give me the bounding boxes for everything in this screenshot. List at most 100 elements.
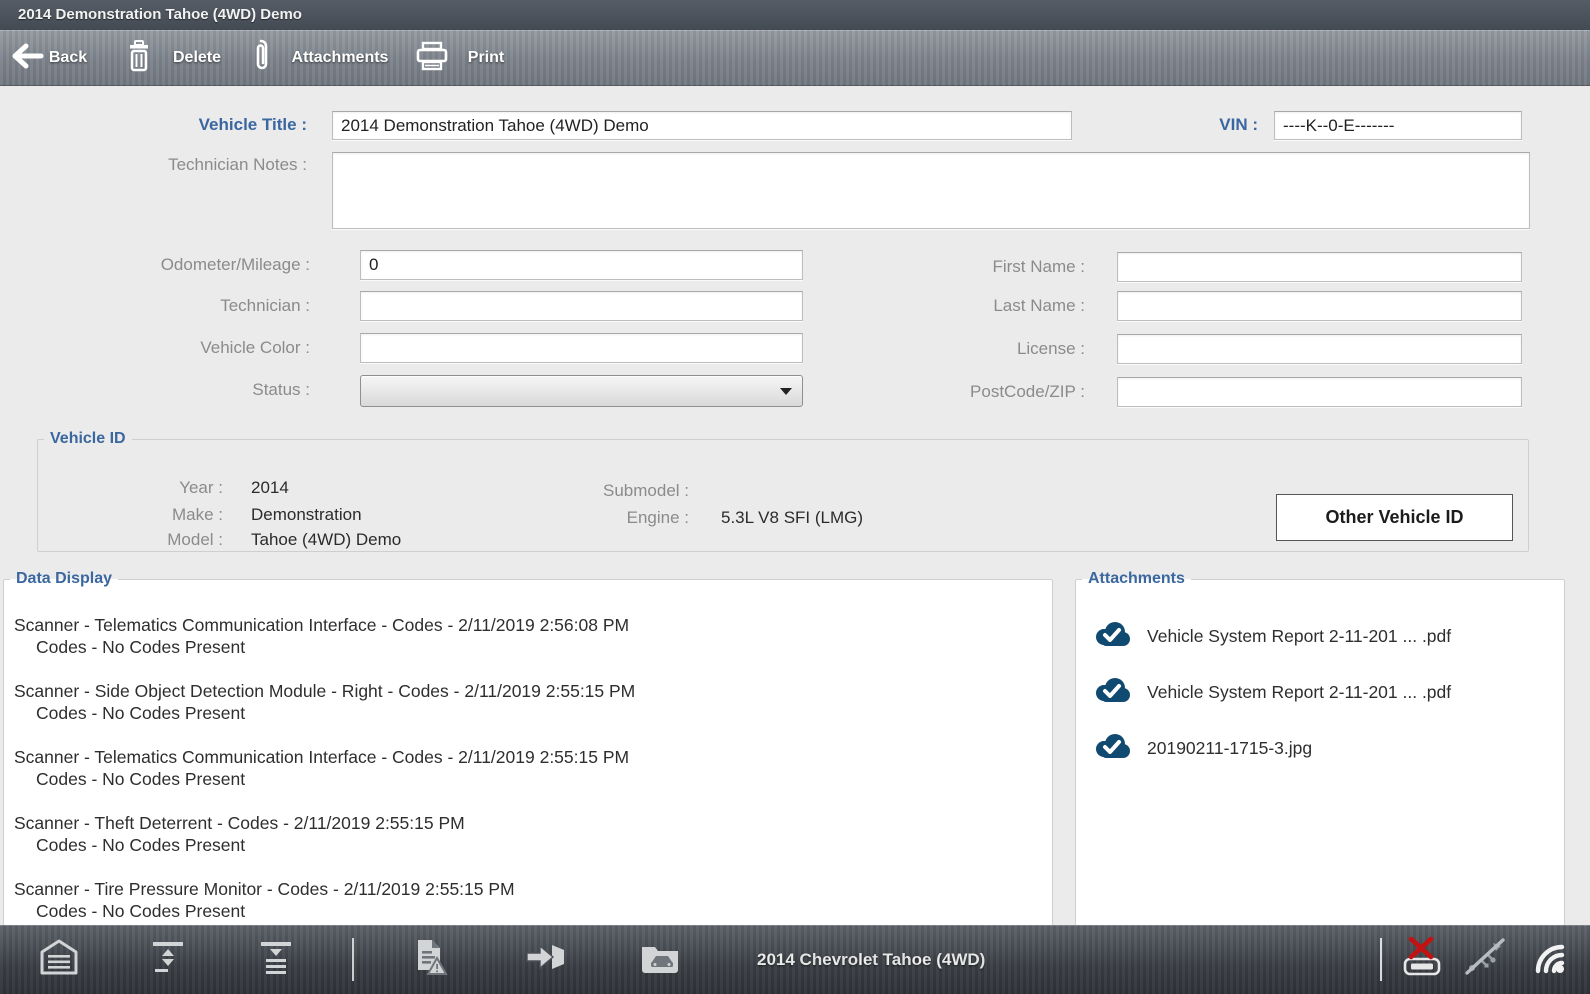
model-label: Model : bbox=[98, 530, 223, 550]
expand-vertical-icon bbox=[150, 939, 186, 980]
attachment-item[interactable]: Vehicle System Report 2-11-201 ... .pdf bbox=[1094, 620, 1556, 653]
app-window: 2014 Demonstration Tahoe (4WD) Demo Back… bbox=[0, 0, 1590, 994]
model-value: Tahoe (4WD) Demo bbox=[251, 530, 401, 550]
scan-module-disconnected-icon bbox=[1398, 935, 1446, 984]
print-button-label-area[interactable]: Print bbox=[458, 30, 514, 86]
main-toolbar: Back Delete Attachments Print bbox=[0, 30, 1590, 86]
attachment-item[interactable]: Vehicle System Report 2-11-201 ... .pdf bbox=[1094, 676, 1556, 709]
data-display-section: Data Display Scanner - Telematics Commun… bbox=[3, 570, 1053, 926]
entry-status: Codes - No Codes Present bbox=[14, 900, 1044, 922]
odometer-label: Odometer/Mileage : bbox=[100, 255, 310, 275]
garage-icon bbox=[40, 939, 78, 980]
entry-status: Codes - No Codes Present bbox=[14, 768, 1044, 790]
year-label: Year : bbox=[98, 478, 223, 498]
vehicle-title-label: Vehicle Title : bbox=[97, 115, 307, 135]
first-name-label: First Name : bbox=[875, 257, 1085, 277]
technician-notes-label: Technician Notes : bbox=[97, 155, 307, 175]
codes-report-icon bbox=[414, 938, 448, 981]
toolbar-divider bbox=[1380, 938, 1382, 981]
entry-status: Codes - No Codes Present bbox=[14, 834, 1044, 856]
technician-label: Technician : bbox=[100, 296, 310, 316]
back-button-label-area[interactable]: Back bbox=[38, 30, 98, 86]
back-label: Back bbox=[49, 49, 87, 67]
vin-input[interactable] bbox=[1274, 111, 1522, 140]
active-vehicle-label: 2014 Chevrolet Tahoe (4WD) bbox=[757, 925, 985, 994]
entry-title: Scanner - Theft Deterrent - Codes - 2/11… bbox=[14, 812, 1044, 834]
print-button[interactable] bbox=[416, 30, 448, 86]
last-name-input[interactable] bbox=[1117, 291, 1522, 321]
attachments-button[interactable] bbox=[252, 30, 270, 86]
entry-title: Scanner - Telematics Communication Inter… bbox=[14, 746, 1044, 768]
usb-disconnected-icon bbox=[1462, 937, 1508, 982]
trash-icon bbox=[128, 40, 150, 77]
delete-label: Delete bbox=[173, 49, 221, 67]
printer-icon bbox=[416, 41, 448, 76]
license-input[interactable] bbox=[1117, 334, 1522, 364]
vehicle-id-legend: Vehicle ID bbox=[44, 430, 132, 448]
usb-disconnected-indicator bbox=[1462, 925, 1508, 994]
technician-notes-input[interactable] bbox=[332, 152, 1530, 229]
bottom-toolbar: 2014 Chevrolet Tahoe (4WD) bbox=[0, 925, 1590, 994]
window-title: 2014 Demonstration Tahoe (4WD) Demo bbox=[0, 0, 1590, 30]
postcode-label: PostCode/ZIP : bbox=[875, 382, 1085, 402]
status-dropdown[interactable] bbox=[360, 375, 803, 407]
codes-report-button[interactable] bbox=[414, 925, 448, 994]
wifi-icon bbox=[1528, 937, 1572, 982]
vehicle-title-input[interactable] bbox=[332, 111, 1072, 140]
attachments-button-label-area[interactable]: Attachments bbox=[288, 30, 392, 86]
technician-input[interactable] bbox=[360, 291, 803, 321]
delete-button-label-area[interactable]: Delete bbox=[166, 30, 228, 86]
entry-status: Codes - No Codes Present bbox=[14, 636, 1044, 658]
data-display-list: Scanner - Telematics Communication Inter… bbox=[4, 588, 1052, 922]
delete-button[interactable] bbox=[128, 30, 150, 86]
collapse-list-button[interactable] bbox=[258, 925, 294, 994]
vin-label: VIN : bbox=[1128, 115, 1258, 135]
connect-icon bbox=[524, 941, 566, 978]
data-display-entry[interactable]: Scanner - Telematics Communication Inter… bbox=[14, 614, 1044, 658]
submodel-label: Submodel : bbox=[518, 481, 689, 501]
cloud-check-icon bbox=[1094, 676, 1131, 709]
print-label: Print bbox=[468, 49, 504, 67]
make-value: Demonstration bbox=[251, 505, 362, 525]
data-display-entry[interactable]: Scanner - Theft Deterrent - Codes - 2/11… bbox=[14, 812, 1044, 856]
first-name-input[interactable] bbox=[1117, 252, 1522, 282]
attachments-list: Vehicle System Report 2-11-201 ... .pdf … bbox=[1076, 588, 1564, 765]
paperclip-icon bbox=[252, 39, 270, 78]
vehicle-color-input[interactable] bbox=[360, 333, 803, 363]
vehicle-records-icon bbox=[640, 941, 680, 978]
scan-module-disconnected-indicator bbox=[1398, 925, 1446, 994]
odometer-input[interactable] bbox=[360, 250, 803, 280]
data-display-entry[interactable]: Scanner - Telematics Communication Inter… bbox=[14, 746, 1044, 790]
cloud-check-icon bbox=[1094, 620, 1131, 653]
attachments-legend: Attachments bbox=[1082, 570, 1191, 588]
entry-title: Scanner - Tire Pressure Monitor - Codes … bbox=[14, 878, 1044, 900]
make-label: Make : bbox=[98, 505, 223, 525]
attachment-name: 20190211-1715-3.jpg bbox=[1147, 738, 1312, 759]
connect-button[interactable] bbox=[524, 925, 566, 994]
attachment-name: Vehicle System Report 2-11-201 ... .pdf bbox=[1147, 626, 1451, 647]
vehicle-records-button[interactable] bbox=[640, 925, 680, 994]
license-label: License : bbox=[875, 339, 1085, 359]
data-display-entry[interactable]: Scanner - Side Object Detection Module -… bbox=[14, 680, 1044, 724]
collapse-list-icon bbox=[258, 939, 294, 980]
attachment-item[interactable]: 20190211-1715-3.jpg bbox=[1094, 732, 1556, 765]
garage-button[interactable] bbox=[40, 925, 78, 994]
expand-vertical-button[interactable] bbox=[150, 925, 186, 994]
last-name-label: Last Name : bbox=[875, 296, 1085, 316]
year-value: 2014 bbox=[251, 478, 289, 498]
cloud-check-icon bbox=[1094, 732, 1131, 765]
attachments-label: Attachments bbox=[292, 49, 389, 67]
entry-title: Scanner - Side Object Detection Module -… bbox=[14, 680, 1044, 702]
status-label: Status : bbox=[100, 380, 310, 400]
other-vehicle-id-button[interactable]: Other Vehicle ID bbox=[1276, 494, 1513, 541]
chevron-down-icon bbox=[780, 388, 792, 395]
vehicle-color-label: Vehicle Color : bbox=[100, 338, 310, 358]
postcode-input[interactable] bbox=[1117, 377, 1522, 407]
engine-value: 5.3L V8 SFI (LMG) bbox=[721, 508, 863, 528]
data-display-entry[interactable]: Scanner - Tire Pressure Monitor - Codes … bbox=[14, 878, 1044, 922]
attachments-section: Attachments Vehicle System Report 2-11-2… bbox=[1075, 570, 1565, 926]
engine-label: Engine : bbox=[518, 508, 689, 528]
data-display-legend: Data Display bbox=[10, 570, 118, 588]
entry-title: Scanner - Telematics Communication Inter… bbox=[14, 614, 1044, 636]
entry-status: Codes - No Codes Present bbox=[14, 702, 1044, 724]
